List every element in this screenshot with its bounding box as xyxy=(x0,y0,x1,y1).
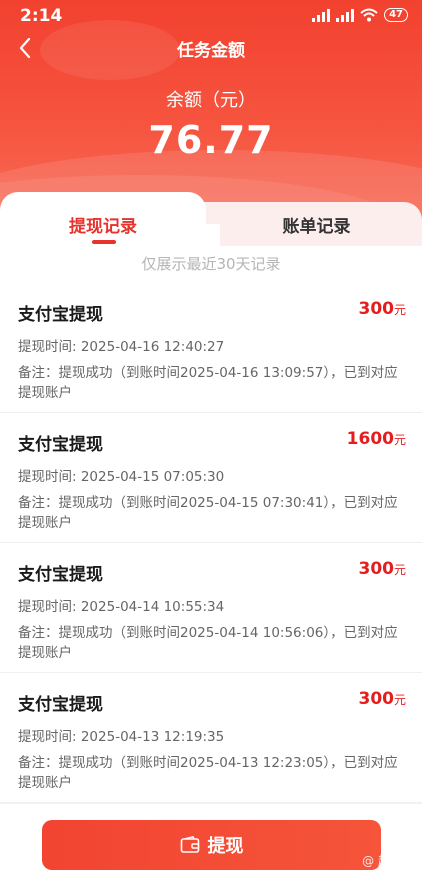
record-time: 提现时间: 2025-04-16 12:40:27 xyxy=(18,339,225,355)
record-note: 备注：提现成功（到账时间2025-04-13 12:23:05），已到对应提现账… xyxy=(18,755,398,791)
withdraw-button[interactable]: 提现 xyxy=(42,820,381,870)
record-time: 提现时间: 2025-04-14 10:55:34 xyxy=(18,599,225,615)
signal-icon xyxy=(312,8,331,22)
balance-label: 余额（元） xyxy=(166,90,256,111)
record-note: 备注：提现成功（到账时间2025-04-15 07:30:41），已到对应提现账… xyxy=(18,495,398,531)
balance-value: 76.77 xyxy=(148,118,274,162)
nav-bar: 任务金额 xyxy=(0,32,422,64)
wifi-icon xyxy=(360,8,378,22)
record-title: 支付宝提现 xyxy=(18,435,103,455)
page-title: 任务金额 xyxy=(177,41,245,61)
record-amount: 1600元 xyxy=(346,429,406,449)
tab-withdraw-records[interactable]: 提现记录 xyxy=(0,212,206,237)
list-item[interactable]: 支付宝提现 1600元 提现时间: 2025-04-15 07:05:30 备注… xyxy=(0,413,422,543)
tab-bar: 提现记录 账单记录 仅展示最近30天记录 xyxy=(0,192,422,282)
wallet-icon xyxy=(180,836,199,853)
tab-bill-records[interactable]: 账单记录 xyxy=(211,212,422,237)
records-notice: 仅展示最近30天记录 xyxy=(141,255,281,273)
record-title: 支付宝提现 xyxy=(18,565,103,585)
record-amount: 300元 xyxy=(358,689,406,709)
record-amount: 300元 xyxy=(358,299,406,319)
record-time: 提现时间: 2025-04-15 07:05:30 xyxy=(18,469,225,485)
records-list: 支付宝提现 300元 提现时间: 2025-04-16 12:40:27 备注：… xyxy=(0,283,422,803)
active-tab-indicator xyxy=(92,240,116,244)
signal-icon xyxy=(336,8,355,22)
list-item[interactable]: 支付宝提现 300元 提现时间: 2025-04-13 12:19:35 备注：… xyxy=(0,673,422,803)
record-amount: 300元 xyxy=(358,559,406,579)
battery-icon: 47 xyxy=(384,8,408,22)
watermark: @ 趣搜网 xyxy=(362,854,414,868)
withdraw-button-label: 提现 xyxy=(207,836,244,857)
bottom-bar: 提现 @ 趣搜网 xyxy=(0,803,422,874)
list-item[interactable]: 支付宝提现 300元 提现时间: 2025-04-16 12:40:27 备注：… xyxy=(0,283,422,413)
status-bar: 2:14 47 xyxy=(0,0,422,32)
status-time: 2:14 xyxy=(20,6,63,26)
record-note: 备注：提现成功（到账时间2025-04-14 10:56:06），已到对应提现账… xyxy=(18,625,398,661)
record-title: 支付宝提现 xyxy=(18,695,103,715)
record-time: 提现时间: 2025-04-13 12:19:35 xyxy=(18,729,225,745)
list-item[interactable]: 支付宝提现 300元 提现时间: 2025-04-14 10:55:34 备注：… xyxy=(0,543,422,673)
record-note: 备注：提现成功（到账时间2025-04-16 13:09:57），已到对应提现账… xyxy=(18,365,398,401)
record-title: 支付宝提现 xyxy=(18,305,103,325)
status-icons: 47 xyxy=(312,8,408,22)
